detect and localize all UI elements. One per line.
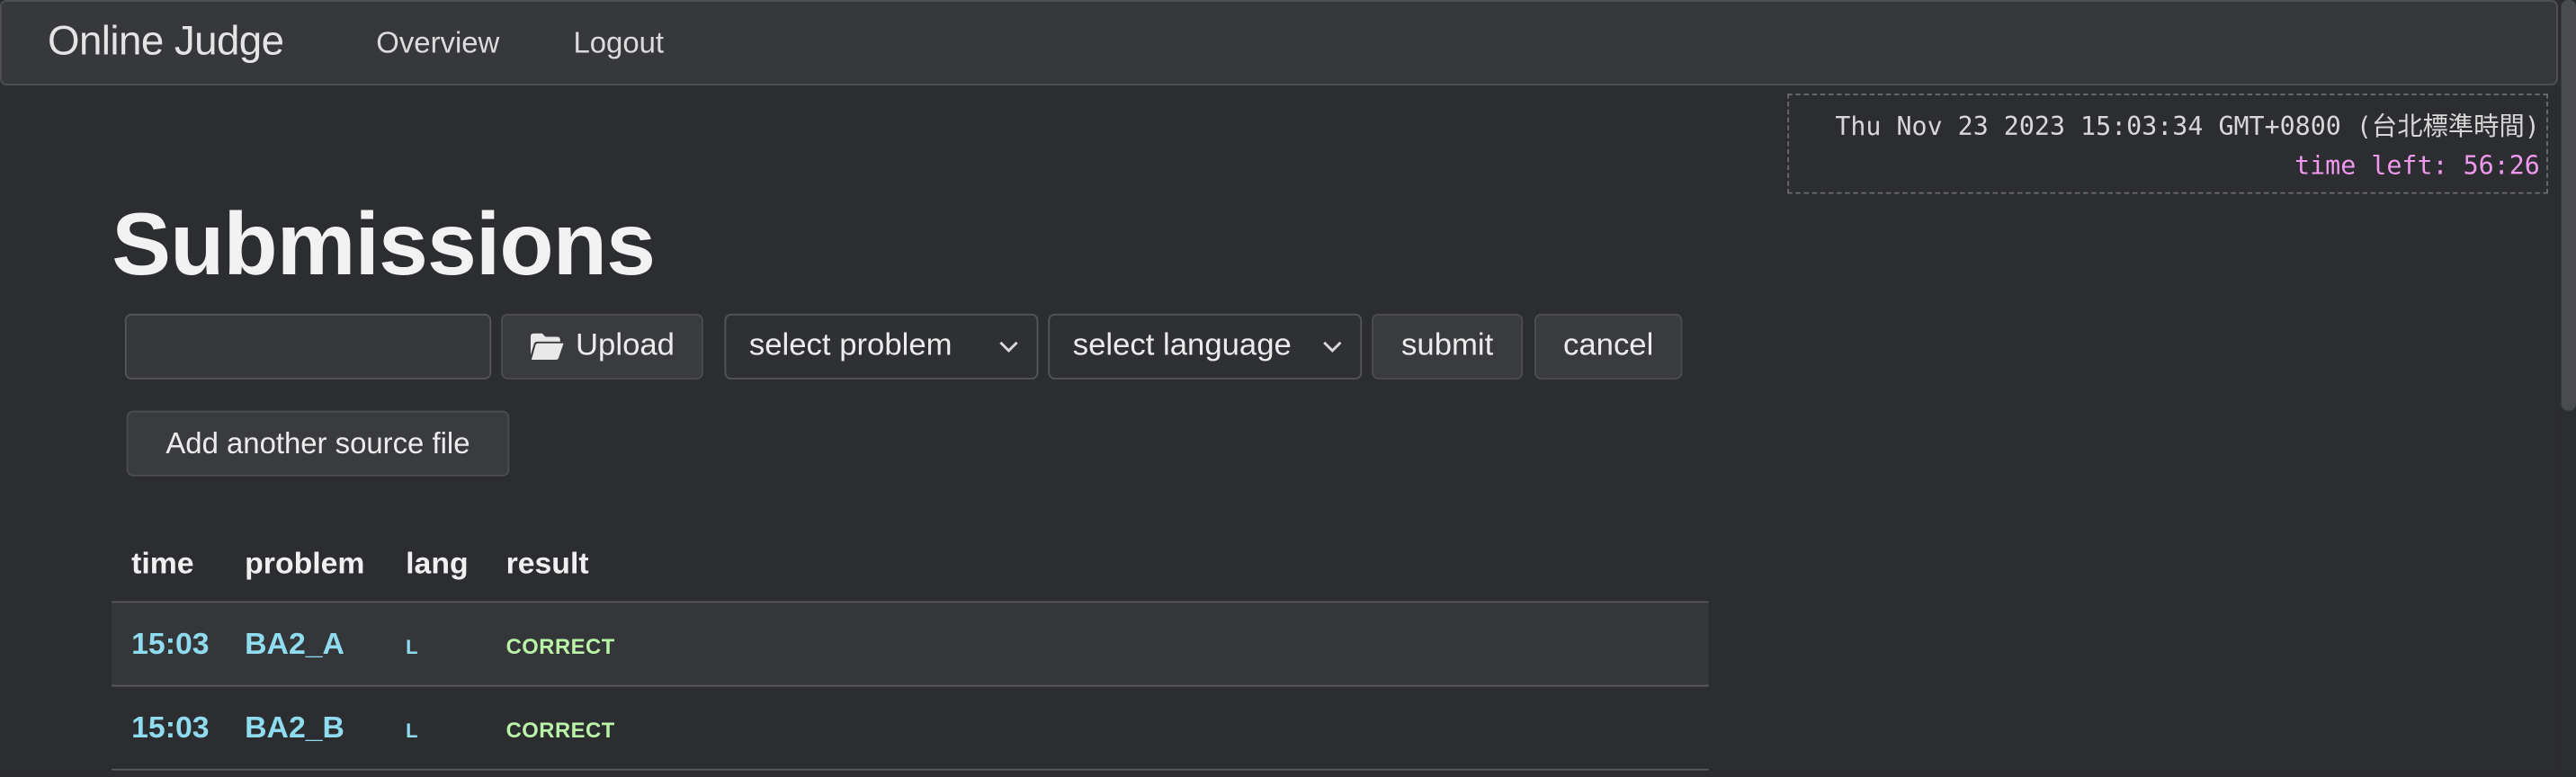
submission-time[interactable]: 15:03 [131, 626, 209, 662]
cancel-button[interactable]: cancel [1534, 313, 1683, 380]
column-header-time: time [131, 545, 194, 580]
folder-open-icon [531, 333, 565, 361]
submission-time[interactable]: 15:03 [131, 710, 209, 746]
submission-lang[interactable]: L [406, 636, 417, 659]
upload-button[interactable]: Upload [501, 313, 703, 380]
submission-problem[interactable]: BA2_B [245, 710, 344, 746]
submission-result: CORRECT [505, 634, 615, 659]
time-left: time left: 56:26 [2294, 151, 2540, 181]
add-source-file-button[interactable]: Add another source file [126, 410, 510, 477]
upload-label: Upload [575, 328, 675, 363]
submission-problem[interactable]: BA2_A [245, 626, 344, 662]
nav-link-logout[interactable]: Logout [573, 26, 664, 60]
source-file-input[interactable] [124, 313, 492, 380]
submissions-table: time problem lang result 15:03 BA2_A L C… [112, 522, 1709, 771]
page-scrollbar[interactable] [2561, 0, 2576, 777]
table-row: 15:03 BA2_A L CORRECT [112, 603, 1709, 687]
language-select-value: select language [1072, 328, 1292, 363]
problem-select-value: select problem [748, 328, 953, 363]
nav-link-overview[interactable]: Overview [376, 26, 499, 60]
table-row: 15:03 BA2_B L CORRECT [112, 686, 1709, 771]
submission-result: CORRECT [505, 718, 615, 743]
top-navbar: Online Judge Overview Logout [0, 0, 2558, 85]
chevron-down-icon [999, 341, 1018, 353]
column-header-problem: problem [245, 545, 365, 580]
problem-select[interactable]: select problem [724, 313, 1039, 380]
app-window: Online Judge Overview Logout Thu Nov 23 … [0, 0, 2576, 777]
column-header-result: result [505, 545, 589, 580]
table-header: time problem lang result [112, 522, 1709, 603]
brand-logo[interactable]: Online Judge [48, 18, 284, 66]
chevron-down-icon [1323, 341, 1342, 353]
language-select[interactable]: select language [1048, 313, 1363, 380]
current-datetime: Thu Nov 23 2023 15:03:34 GMT+0800 (台北標準時… [1835, 112, 2540, 142]
page-title: Submissions [112, 195, 656, 294]
clock-panel: Thu Nov 23 2023 15:03:34 GMT+0800 (台北標準時… [1787, 94, 2548, 194]
submission-lang[interactable]: L [406, 719, 417, 743]
scrollbar-thumb[interactable] [2561, 0, 2576, 411]
submit-button[interactable]: submit [1372, 313, 1524, 380]
column-header-lang: lang [406, 545, 469, 580]
